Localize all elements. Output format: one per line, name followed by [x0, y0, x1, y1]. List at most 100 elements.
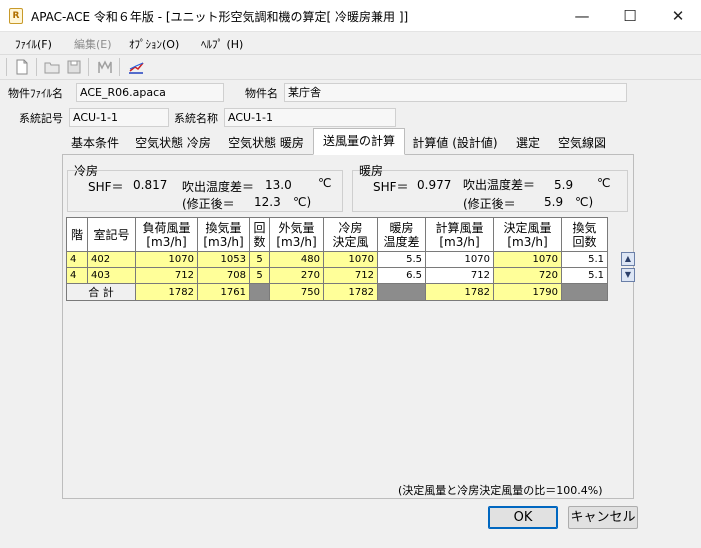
heating-corrected-label: (修正後＝	[463, 197, 516, 211]
chart-icon[interactable]	[128, 59, 144, 75]
cell-calc-airflow[interactable]: 1070	[425, 251, 494, 268]
cell-floor[interactable]: 4	[66, 251, 88, 268]
cell-load-airflow[interactable]: 712	[135, 267, 198, 284]
close-button[interactable]: ✕	[655, 0, 701, 32]
cooling-dt-unit: ℃	[318, 176, 332, 190]
ok-button[interactable]: OK	[488, 506, 558, 529]
cell-times[interactable]: 5	[249, 267, 270, 284]
cell-ventilation[interactable]: 1053	[197, 251, 250, 268]
save-icon[interactable]	[66, 59, 82, 75]
heating-shf-value: 0.977	[417, 178, 452, 192]
cooling-title: 冷房	[74, 164, 99, 178]
property-name-field: 某庁舎	[284, 83, 627, 102]
tab-basic-conditions[interactable]: 基本条件	[64, 130, 126, 154]
col-header-cooling-airflow: 冷房 決定風	[323, 217, 378, 252]
cell-load-airflow[interactable]: 1070	[135, 251, 198, 268]
menu-file[interactable]: ﾌｧｲﾙ(F)	[15, 36, 52, 52]
cell-air-changes[interactable]: 5.1	[561, 251, 608, 268]
cell-outdoor-air[interactable]: 270	[269, 267, 324, 284]
menu-edit[interactable]: 編集(E)	[74, 36, 112, 52]
cooling-corrected-value: 12.3	[254, 195, 281, 209]
system-name-field: ACU-1-1	[224, 108, 396, 127]
airflow-table: 階 室記号 負荷風量 [m3/h] 換気量 [m3/h] 回数 外気量 [m3/h] …	[66, 217, 608, 301]
cooling-corrected-label: (修正後＝	[182, 197, 235, 211]
total-calc-airflow: 1782	[425, 283, 494, 301]
col-header-ventilation: 換気量 [m3/h]	[197, 217, 250, 252]
col-header-decided-airflow: 決定風量 [m3/h]	[493, 217, 562, 252]
menu-help[interactable]: ﾍﾙﾌﾟ (H)	[201, 36, 243, 52]
print-icon[interactable]	[97, 59, 113, 75]
heating-corrected-value: 5.9	[544, 195, 564, 209]
cell-heating-dt[interactable]: 6.5	[377, 267, 426, 284]
col-header-times: 回数	[249, 217, 270, 252]
menu-options[interactable]: ｵﾌﾟｼｮﾝ(O)	[129, 36, 179, 52]
total-cooling-airflow: 1782	[323, 283, 378, 301]
cancel-button[interactable]: キャンセル	[568, 506, 638, 529]
airflow-ratio-note: (決定風量と冷房決定風量の比＝100.4%)	[398, 484, 603, 497]
cell-decided-airflow[interactable]: 1070	[493, 251, 562, 268]
total-air-changes-empty	[561, 283, 608, 301]
heating-title: 暖房	[359, 164, 384, 178]
scroll-up-button[interactable]: ▲	[621, 252, 635, 266]
col-header-outdoor-air: 外気量 [m3/h]	[269, 217, 324, 252]
file-name-field: ACE_R06.apaca	[76, 83, 224, 102]
total-decided-airflow: 1790	[493, 283, 562, 301]
cell-heating-dt[interactable]: 5.5	[377, 251, 426, 268]
system-code-field: ACU-1-1	[69, 108, 169, 127]
total-load-airflow: 1782	[135, 283, 198, 301]
total-ventilation: 1761	[197, 283, 250, 301]
tab-air-state-cooling[interactable]: 空気状態 冷房	[127, 130, 219, 154]
tab-calculated-values[interactable]: 計算値 (設計値)	[406, 130, 504, 154]
tab-air-state-heating[interactable]: 空気状態 暖房	[220, 130, 312, 154]
maximize-button[interactable]: ☐	[607, 0, 653, 32]
open-folder-icon[interactable]	[44, 59, 60, 75]
cooling-shf-value: 0.817	[133, 178, 168, 192]
cell-cooling-airflow[interactable]: 712	[323, 267, 378, 284]
heating-shf-label: SHF＝	[373, 180, 409, 194]
toolbar-separator	[36, 58, 37, 76]
system-name-label: 系統名称	[174, 112, 218, 125]
col-header-room: 室記号	[87, 217, 136, 252]
cell-floor[interactable]: 4	[66, 267, 88, 284]
heating-dt-unit: ℃	[597, 176, 611, 190]
window-title: APAC-ACE 令和６年版 - [ユニット形空気調和機の算定[ 冷暖房兼用 ]…	[31, 10, 409, 24]
cell-room[interactable]: 403	[87, 267, 136, 284]
cell-times[interactable]: 5	[249, 251, 270, 268]
total-outdoor-air: 750	[269, 283, 324, 301]
heating-dt-value: 5.9	[554, 178, 574, 192]
cooling-dt-label: 吹出温度差＝	[182, 180, 255, 194]
col-header-heating-dt: 暖房 温度差	[377, 217, 426, 252]
col-header-air-changes: 換気 回数	[561, 217, 608, 252]
cell-calc-airflow[interactable]: 712	[425, 267, 494, 284]
cooling-shf-label: SHF＝	[88, 180, 124, 194]
cell-outdoor-air[interactable]: 480	[269, 251, 324, 268]
scroll-down-button[interactable]: ▼	[621, 268, 635, 282]
col-header-load-airflow: 負荷風量 [m3/h]	[135, 217, 198, 252]
cooling-corrected-unit: ℃)	[293, 195, 312, 209]
cell-cooling-airflow[interactable]: 1070	[323, 251, 378, 268]
col-header-floor: 階	[66, 217, 88, 252]
tab-psychrometric-chart[interactable]: 空気線図	[552, 130, 612, 154]
tab-selection[interactable]: 選定	[508, 130, 548, 154]
toolbar-separator	[88, 58, 89, 76]
table-header-row: 階 室記号 負荷風量 [m3/h] 換気量 [m3/h] 回数 外気量 [m3/h] …	[66, 217, 608, 252]
cell-air-changes[interactable]: 5.1	[561, 267, 608, 284]
file-name-label: 物件ﾌｧｲﾙ名	[8, 87, 63, 100]
cooling-dt-value: 13.0	[265, 178, 292, 192]
cell-decided-airflow[interactable]: 720	[493, 267, 562, 284]
heating-dt-label: 吹出温度差＝	[463, 178, 536, 192]
toolbar-grip	[6, 58, 7, 76]
cell-room[interactable]: 402	[87, 251, 136, 268]
property-name-label: 物件名	[245, 87, 278, 100]
system-code-label: 系統記号	[19, 112, 63, 125]
new-file-icon[interactable]	[14, 59, 30, 75]
heating-corrected-unit: ℃)	[575, 195, 594, 209]
total-heating-dt-empty	[377, 283, 426, 301]
minimize-button[interactable]: —	[559, 0, 605, 32]
table-total-row: 合 計 1782 1761 750 1782 1782 1790	[66, 283, 608, 301]
total-label: 合 計	[66, 283, 136, 301]
table-row[interactable]: 4 402 1070 1053 5 480 1070 5.5 1070 1070…	[66, 251, 608, 268]
table-row[interactable]: 4 403 712 708 5 270 712 6.5 712 720 5.1	[66, 267, 608, 284]
tab-airflow-calculation[interactable]: 送風量の計算	[313, 128, 405, 155]
cell-ventilation[interactable]: 708	[197, 267, 250, 284]
